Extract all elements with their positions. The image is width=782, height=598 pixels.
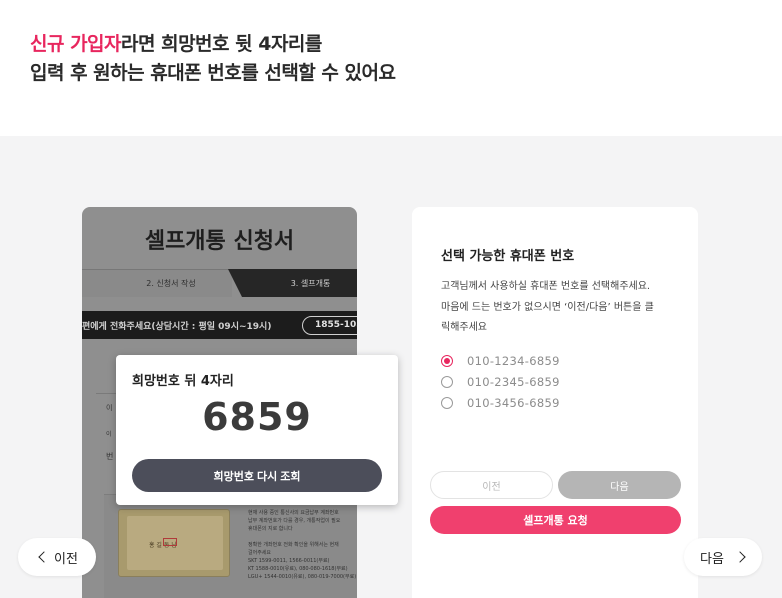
panel-description-line: 릭해주세요 [441,322,487,333]
headline-accent: 신규 가입자 [30,33,122,55]
phone-number-label: 010-1234-6859 [467,354,560,368]
slide-prev-button[interactable]: 이전 [18,538,96,576]
mockup-side-text-2: 이 [106,431,112,438]
slide-next-button[interactable]: 다음 [684,538,762,576]
mockup-title: 셀프개통 신청서 [144,229,295,254]
panel-description-line: 고객님께서 사용하실 휴대폰 번호를 선택해주세요. [441,281,651,292]
phone-number-option[interactable]: 010-2345-6859 [441,374,560,390]
mockup-fine-line: 납부 계좌번호가 다를 경우, 개통작업이 필요 [248,518,341,524]
phone-number-label: 010-3456-6859 [467,396,560,410]
mockup-fine-line [248,533,357,541]
mockup-document: 홍 길 동 님 현재 사용 중인 통신사의 요금납부 계좌번호 납부 계좌번호가… [104,494,357,598]
number-selection-panel: 선택 가능한 휴대폰 번호 고객님께서 사용하실 휴대폰 번호를 선택해주세요.… [412,207,698,598]
headline: 신규 가입자라면 희망번호 뒷 4자리를 입력 후 원하는 휴대폰 번호를 선택… [30,30,396,88]
mockup-banner-text: 편에게 전화주세요(상담시간 : 평일 09시~19시) [82,322,272,332]
phone-number-option[interactable]: 010-3456-6859 [441,395,560,411]
slide-prev-label: 이전 [54,551,78,567]
headline-line-1: 신규 가입자라면 희망번호 뒷 4자리를 [30,30,395,59]
phone-number-option[interactable]: 010-1234-6859 [441,353,560,369]
header-section: 신규 가입자라면 희망번호 뒷 4자리를 입력 후 원하는 휴대폰 번호를 선택… [0,0,782,136]
self-activation-request-button[interactable]: 셀프개통 요청 [430,506,681,534]
radio-button[interactable] [441,397,453,409]
mockup-banner-phone: 1855-105 [302,316,357,335]
mockup-fine-line: 휴대폰의 지로 합니다 [248,526,293,532]
mockup-fine-line: LGU+ 1544-0010(유료), 080-019-7000(무료) [248,574,357,580]
mockup-fine-line: 현재 사용 중인 통신사의 요금납부 계좌번호 [248,510,339,516]
panel-description-line: 마음에 드는 번호가 없으시면 ‘이전/다음’ 버튼을 클 [441,301,654,313]
re-search-desired-number-button[interactable]: 희망번호 다시 조회 [132,459,382,492]
headline-line-1-rest: 라면 희망번호 뒷 4자리를 [121,33,322,55]
panel-title: 선택 가능한 휴대폰 번호 [441,249,575,264]
mockup-fine-line: SKT 1599-0011, 1566-0011(무료) [248,558,330,564]
mockup-fine-print: 현재 사용 중인 통신사의 요금납부 계좌번호 납부 계좌번호가 다를 경우, … [248,509,357,581]
popup-title: 희망번호 뒤 4자리 [132,374,234,389]
mockup-fine-line: 정확한 개좌번호 전화 확인을 위해서는 현재 [248,542,339,548]
radio-button[interactable] [441,355,453,367]
headline-line-2: 입력 후 원하는 휴대폰 번호를 선택할 수 있어요 [30,62,396,84]
mockup-fine-line: 걸어주세요 [248,550,272,556]
chevron-right-icon [734,551,746,563]
mockup-bankbook-image: 홍 길 동 님 [118,509,230,577]
desired-number-digits: 6859 [202,395,312,439]
mockup-fine-line: KT 1588-0010(유료), 080-080-1618(무료) [248,566,348,572]
panel-description: 고객님께서 사용하실 휴대폰 번호를 선택해주세요. 마음에 드는 번호가 없으… [441,277,681,339]
slide-next-label: 다음 [700,551,724,567]
phone-number-label: 010-2345-6859 [467,375,560,389]
mockup-tab-activation: 3. 셀프개통 [228,269,357,297]
chevron-left-icon [38,551,50,563]
mockup-side-text-1: 이 [106,404,113,412]
radio-button[interactable] [441,376,453,388]
mockup-side-text-3: 번 [106,452,114,461]
desired-number-popup: 희망번호 뒤 4자리 6859 희망번호 다시 조회 [116,355,398,505]
next-numbers-button[interactable]: 다음 [558,471,681,499]
mockup-bankbook-stamp [163,538,177,546]
mockup-tab-form: 2. 신청서 작성 [82,269,232,297]
prev-numbers-button[interactable]: 이전 [430,471,553,499]
mockup-contact-banner: 편에게 전화주세요(상담시간 : 평일 09시~19시) 1855-105 [82,311,357,339]
